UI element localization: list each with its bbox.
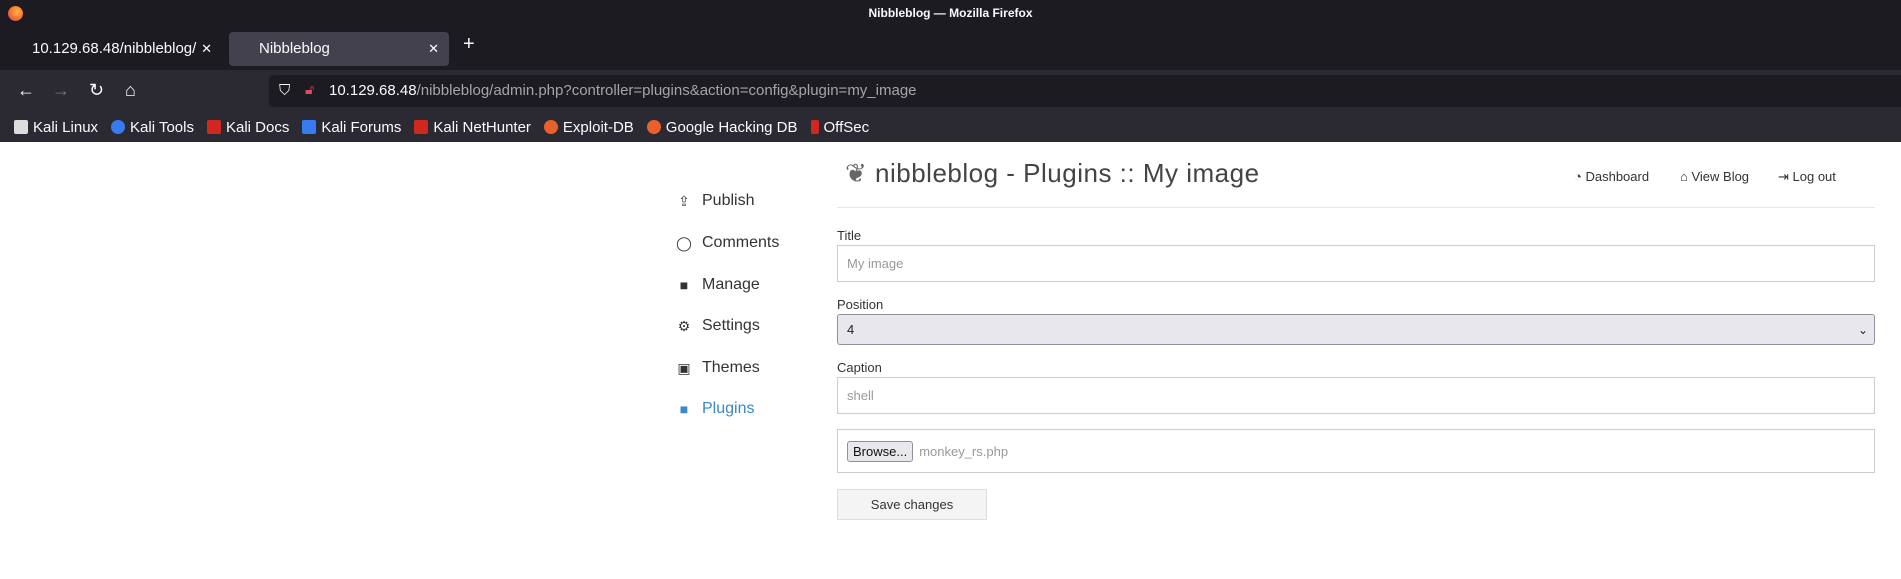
tab-label: Nibbleblog	[259, 40, 330, 57]
window-title-bar: Nibbleblog — Mozilla Firefox	[0, 0, 1901, 27]
bookmark-label: Kali NetHunter	[433, 118, 531, 136]
comment-icon: ◯	[676, 234, 692, 251]
bookmark-label: Kali Linux	[33, 118, 99, 136]
sidebar-item-publish[interactable]: ⇪ Publish	[676, 192, 754, 210]
nethunter-icon	[414, 120, 429, 134]
bookmark-label: Google Hacking DB	[665, 118, 798, 136]
url-host: 10.129.68.48	[329, 82, 417, 99]
title-label: Title	[837, 228, 862, 243]
bookmark-kali-linux[interactable]: Kali Linux	[14, 119, 98, 136]
shield-icon[interactable]: ⛉	[279, 82, 290, 99]
bookmark-kali-tools[interactable]: Kali Tools	[111, 119, 194, 136]
firefox-logo-icon	[8, 6, 23, 21]
forward-icon[interactable]: →	[52, 80, 70, 101]
window-title: Nibbleblog — Mozilla Firefox	[868, 6, 1033, 20]
dashboard-link[interactable]: ◔ Dashboard	[1574, 169, 1649, 184]
sidebar-item-label: Comments	[702, 234, 780, 251]
tab-label: 10.129.68.48/nibbleblog/	[32, 40, 197, 57]
bookmark-kali-forums[interactable]: Kali Forums	[302, 119, 401, 136]
new-tab-button[interactable]: +	[463, 33, 475, 56]
image-icon: ▣	[677, 359, 691, 376]
bookmarks-bar: Kali Linux Kali Tools Kali Docs Kali For…	[0, 112, 1901, 142]
save-changes-button[interactable]: Save changes	[837, 489, 987, 520]
caption-label: Caption	[837, 360, 882, 375]
url-bar[interactable]: 10.129.68.48/nibbleblog/admin.php?contro…	[269, 75, 1901, 107]
header-divider	[837, 207, 1875, 208]
link-label: View Blog	[1691, 169, 1750, 184]
bookmark-kali-docs[interactable]: Kali Docs	[206, 118, 290, 136]
chevron-down-icon: ⌄	[1857, 322, 1868, 337]
title-placeholder: My image	[847, 256, 904, 271]
sidebar-item-label: Settings	[702, 317, 760, 334]
bookmark-exploit-db[interactable]: Exploit-DB	[543, 118, 634, 136]
caption-placeholder: shell	[847, 388, 874, 403]
url-path: /nibbleblog/admin.php?controller=plugins…	[416, 82, 917, 99]
position-select[interactable]: 4 ⌄	[837, 314, 1875, 345]
sidebar-item-manage[interactable]: ■ Manage	[676, 276, 760, 294]
kali-docs-icon	[206, 120, 221, 134]
title-input[interactable]: My image	[837, 245, 1875, 282]
squirrel-logo-icon: ❦	[845, 158, 876, 188]
sidebar-item-settings[interactable]: ⚙ Settings	[676, 317, 760, 335]
position-value: 4	[847, 322, 855, 337]
close-tab-icon[interactable]: ✕	[428, 32, 439, 66]
bookmark-offsec[interactable]: OffSec	[810, 118, 870, 136]
bookmark-label: OffSec	[823, 118, 870, 136]
log-out-icon: ⇥	[1778, 169, 1793, 184]
bookmark-google-hacking-db[interactable]: Google Hacking DB	[646, 118, 798, 136]
bookmark-label: Kali Docs	[225, 118, 290, 136]
sidebar-item-themes[interactable]: ▣ Themes	[676, 359, 760, 377]
close-tab-icon[interactable]: ✕	[201, 32, 212, 66]
sidebar-item-label: Publish	[702, 192, 755, 209]
ghdb-icon	[646, 120, 661, 134]
sidebar-item-label: Manage	[702, 276, 760, 293]
file-input[interactable]: Browse... monkey_rs.php	[837, 429, 1875, 473]
back-icon[interactable]: ←	[17, 80, 35, 101]
kali-tools-icon	[111, 120, 126, 134]
offsec-icon	[810, 120, 819, 134]
bookmark-label: Kali Tools	[130, 118, 194, 136]
link-label: Log out	[1792, 169, 1836, 184]
insecure-lock-icon[interactable]: 🔓︎	[305, 81, 314, 98]
sidebar-item-label: Plugins	[702, 400, 755, 417]
bookmark-label: Kali Forums	[321, 118, 402, 136]
view-blog-link[interactable]: ⌂ View Blog	[1680, 169, 1749, 184]
home-icon[interactable]: ⌂	[125, 80, 136, 101]
link-label: Dashboard	[1585, 169, 1650, 184]
tab-admin[interactable]: 10.129.68.48/nibbleblog/✕	[12, 32, 222, 66]
bookmark-label: Exploit-DB	[562, 118, 634, 136]
caption-input[interactable]: shell	[837, 377, 1875, 414]
kali-dragon-icon	[14, 120, 28, 134]
reload-icon[interactable]: ↻	[89, 80, 104, 101]
sidebar-item-plugins[interactable]: ■ Plugins	[676, 400, 755, 418]
folder-icon: ■	[679, 277, 689, 293]
file-name: monkey_rs.php	[919, 443, 1009, 459]
dashboard-icon: ◔	[1574, 169, 1586, 184]
browse-button[interactable]: Browse...	[847, 440, 914, 462]
kali-forums-icon	[302, 120, 317, 134]
tab-nibbleblog[interactable]: Nibbleblog ✕	[229, 32, 449, 66]
page-title: ❦ nibbleblog - Plugins :: My image	[845, 158, 1260, 189]
sidebar-item-label: Themes	[702, 359, 760, 376]
tab-bar: 10.129.68.48/nibbleblog/✕ Nibbleblog ✕	[0, 27, 1901, 70]
home-icon: ⌂	[1680, 169, 1692, 184]
publish-icon: ⇪	[678, 192, 690, 209]
position-label: Position	[837, 297, 884, 312]
bookmark-kali-nethunter[interactable]: Kali NetHunter	[414, 119, 531, 136]
gear-icon: ⚙	[677, 317, 691, 334]
log-out-link[interactable]: ⇥ Log out	[1778, 169, 1836, 185]
sidebar-item-comments[interactable]: ◯ Comments	[676, 234, 779, 252]
page-title-text: nibbleblog - Plugins :: My image	[875, 158, 1260, 188]
exploit-db-icon	[543, 120, 558, 134]
folder-open-icon: ■	[679, 401, 689, 417]
